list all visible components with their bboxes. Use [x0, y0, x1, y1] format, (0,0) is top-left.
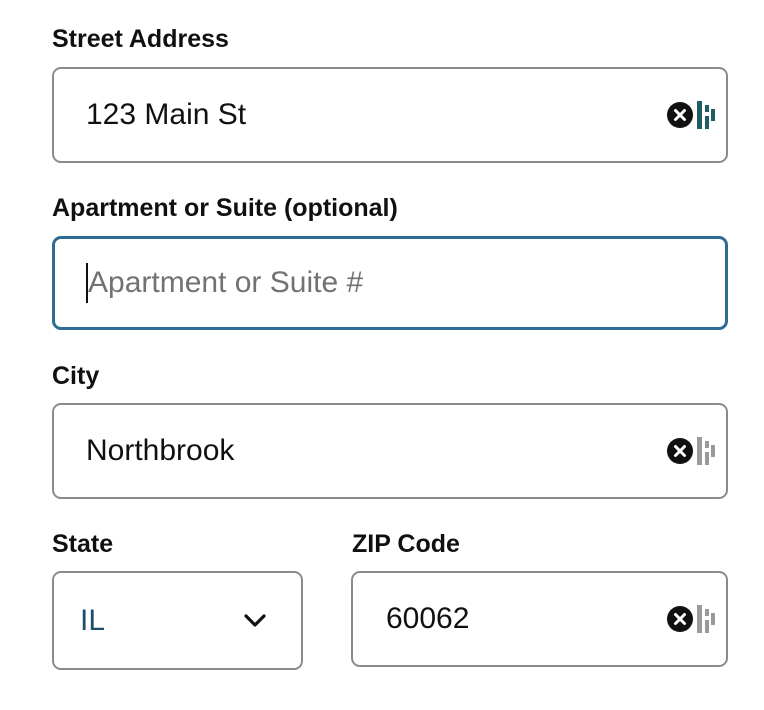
apartment-placeholder[interactable]: Apartment or Suite #: [88, 265, 363, 301]
password-manager-icon[interactable]: [696, 437, 716, 465]
clear-city-icon[interactable]: [667, 438, 693, 464]
zip-code-value[interactable]: 60062: [386, 601, 469, 637]
city-label: City: [52, 362, 100, 390]
zip-code-field[interactable]: 60062: [351, 571, 728, 667]
state-selected-value[interactable]: IL: [80, 603, 105, 639]
password-manager-icon[interactable]: [696, 101, 716, 129]
street-address-field[interactable]: 123 Main St: [52, 67, 728, 163]
street-address-label: Street Address: [52, 25, 229, 53]
clear-zip-code-icon[interactable]: [667, 606, 693, 632]
chevron-down-icon[interactable]: [243, 613, 267, 629]
city-field[interactable]: Northbrook: [52, 403, 728, 499]
clear-street-address-icon[interactable]: [667, 102, 693, 128]
zip-code-label: ZIP Code: [352, 530, 460, 558]
apartment-label: Apartment or Suite (optional): [52, 194, 398, 222]
city-value[interactable]: Northbrook: [86, 433, 234, 469]
street-address-value[interactable]: 123 Main St: [86, 97, 246, 133]
password-manager-icon[interactable]: [696, 605, 716, 633]
state-select[interactable]: IL: [52, 571, 303, 670]
apartment-field[interactable]: Apartment or Suite #: [52, 236, 728, 330]
state-label: State: [52, 530, 114, 558]
